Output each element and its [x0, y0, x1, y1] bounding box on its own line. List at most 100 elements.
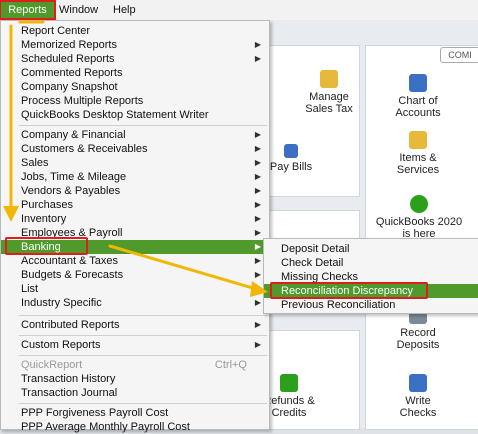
tile-label: Pay Bills — [269, 161, 313, 173]
reports-menu: Report Center Memorized Reports ▶ Schedul… — [0, 20, 270, 433]
menu-item-budgets-forecasts[interactable]: Budgets & Forecasts ▶ — [1, 268, 269, 282]
submenu-arrow-icon: ▶ — [254, 270, 261, 279]
menu-item-label: PPP Forgiveness Payroll Cost — [21, 407, 169, 419]
tile-label: Record Deposits — [396, 327, 440, 351]
menu-item-label: Report Center — [21, 25, 91, 37]
menu-reports[interactable]: Reports — [0, 0, 56, 20]
submenu-item-deposit-detail[interactable]: Deposit Detail — [264, 242, 478, 256]
submenu-arrow-icon: ▶ — [254, 54, 261, 63]
menu-item-label: Purchases — [21, 199, 73, 211]
menu-item-contributed-reports[interactable]: Contributed Reports ▶ — [1, 318, 269, 332]
menu-item-process-multiple-reports[interactable]: Process Multiple Reports — [1, 94, 269, 108]
menu-item-label: Company Snapshot — [21, 81, 118, 93]
tile-refunds-credits[interactable]: Refunds & Credits — [262, 374, 316, 419]
tile-label: QuickBooks 2020 is here — [375, 216, 463, 240]
tile-label: Write Checks — [399, 395, 437, 419]
submenu-item-label: Check Detail — [281, 257, 344, 269]
tile-label: Items & Services — [396, 152, 440, 176]
menu-item-ppp-forgiveness[interactable]: PPP Forgiveness Payroll Cost — [1, 406, 269, 420]
tile-quickbooks-2020[interactable]: QuickBooks 2020 is here — [372, 195, 466, 240]
tile-pay-bills[interactable]: Pay Bills — [266, 144, 316, 173]
chart-of-accounts-icon — [409, 74, 427, 92]
menu-item-commented-reports[interactable]: Commented Reports — [1, 66, 269, 80]
menu-item-label: Accountant & Taxes — [21, 255, 119, 267]
menu-item-label: Process Multiple Reports — [21, 95, 144, 107]
menu-window[interactable]: Window — [56, 2, 101, 18]
company-button[interactable]: COMI — [440, 47, 478, 63]
menu-item-accountant-taxes[interactable]: Accountant & Taxes ▶ — [1, 254, 269, 268]
menu-item-ppp-average-monthly[interactable]: PPP Average Monthly Payroll Cost — [1, 420, 269, 434]
submenu-arrow-icon: ▶ — [254, 214, 261, 223]
reconciliation-annotation-box — [270, 282, 428, 299]
submenu-arrow-icon: ▶ — [254, 242, 261, 251]
submenu-arrow-icon: ▶ — [254, 186, 261, 195]
menu-item-statement-writer[interactable]: QuickBooks Desktop Statement Writer — [1, 108, 269, 122]
menu-item-purchases[interactable]: Purchases ▶ — [1, 198, 269, 212]
menu-item-memorized-reports[interactable]: Memorized Reports ▶ — [1, 38, 269, 52]
submenu-item-previous-reconciliation[interactable]: Previous Reconciliation — [264, 298, 478, 312]
submenu-arrow-icon: ▶ — [254, 172, 261, 181]
menu-bar: Reports Window Help — [0, 0, 478, 21]
menu-separator — [19, 315, 267, 316]
menu-help[interactable]: Help — [110, 2, 139, 18]
menu-item-label: Memorized Reports — [21, 39, 117, 51]
menu-item-company-financial[interactable]: Company & Financial ▶ — [1, 128, 269, 142]
menu-item-label: Scheduled Reports — [21, 53, 115, 65]
menu-item-label: Customers & Receivables — [21, 143, 148, 155]
write-checks-icon — [409, 374, 427, 392]
submenu-arrow-icon: ▶ — [254, 256, 261, 265]
menu-item-label: QuickReport — [21, 359, 83, 371]
menu-item-label: QuickBooks Desktop Statement Writer — [21, 109, 209, 121]
submenu-arrow-icon: ▶ — [254, 320, 261, 329]
menu-item-label: List — [21, 283, 39, 295]
menu-item-quickreport: QuickReport Ctrl+Q — [1, 358, 269, 372]
menu-item-label: PPP Average Monthly Payroll Cost — [21, 421, 190, 433]
menu-item-scheduled-reports[interactable]: Scheduled Reports ▶ — [1, 52, 269, 66]
menu-item-label: Transaction Journal — [21, 387, 118, 399]
menu-separator — [19, 125, 267, 126]
pay-bills-icon — [284, 144, 298, 158]
menu-item-report-center[interactable]: Report Center — [1, 24, 269, 38]
tile-manage-sales-tax[interactable]: Manage Sales Tax — [300, 70, 358, 115]
menu-item-industry-specific[interactable]: Industry Specific ▶ — [1, 296, 269, 310]
menu-item-transaction-journal[interactable]: Transaction Journal — [1, 386, 269, 400]
menu-item-sales[interactable]: Sales ▶ — [1, 156, 269, 170]
submenu-arrow-icon: ▶ — [254, 340, 261, 349]
submenu-item-check-detail[interactable]: Check Detail — [264, 256, 478, 270]
quickbooks-icon — [410, 195, 428, 213]
tile-write-checks[interactable]: Write Checks — [388, 374, 448, 419]
submenu-arrow-icon: ▶ — [254, 298, 261, 307]
submenu-item-label: Deposit Detail — [281, 243, 350, 255]
menu-separator — [19, 335, 267, 336]
submenu-arrow-icon: ▶ — [254, 284, 261, 293]
menu-item-custom-reports[interactable]: Custom Reports ▶ — [1, 338, 269, 352]
menu-item-company-snapshot[interactable]: Company Snapshot — [1, 80, 269, 94]
menu-item-jobs-time-mileage[interactable]: Jobs, Time & Mileage ▶ — [1, 170, 269, 184]
submenu-arrow-icon: ▶ — [254, 144, 261, 153]
menu-item-label: Jobs, Time & Mileage — [21, 171, 127, 183]
tile-chart-of-accounts[interactable]: Chart of Accounts — [388, 74, 448, 119]
menu-item-label: Budgets & Forecasts — [21, 269, 124, 281]
menu-item-transaction-history[interactable]: Transaction History — [1, 372, 269, 386]
tile-label: Chart of Accounts — [395, 95, 441, 119]
menu-item-list[interactable]: List ▶ — [1, 282, 269, 296]
items-services-icon — [409, 131, 427, 149]
menu-item-label: Company & Financial — [21, 129, 126, 141]
submenu-arrow-icon: ▶ — [254, 228, 261, 237]
tile-label: Refunds & Credits — [263, 395, 315, 419]
tile-items-services[interactable]: Items & Services — [388, 131, 448, 176]
menu-item-customers-receivables[interactable]: Customers & Receivables ▶ — [1, 142, 269, 156]
menu-item-label: Contributed Reports — [21, 319, 120, 331]
submenu-item-label: Previous Reconciliation — [281, 299, 396, 311]
menu-item-label: Commented Reports — [21, 67, 123, 79]
menu-item-label: Sales — [21, 157, 49, 169]
banking-submenu: Deposit Detail Check Detail Missing Chec… — [263, 238, 478, 314]
menu-item-inventory[interactable]: Inventory ▶ — [1, 212, 269, 226]
menu-item-label: Inventory — [21, 213, 67, 225]
menu-item-vendors-payables[interactable]: Vendors & Payables ▶ — [1, 184, 269, 198]
menu-item-label: Custom Reports — [21, 339, 101, 351]
refunds-credits-icon — [280, 374, 298, 392]
home-panel-vendors — [263, 45, 360, 197]
menu-item-label: Vendors & Payables — [21, 185, 121, 197]
submenu-arrow-icon: ▶ — [254, 200, 261, 209]
